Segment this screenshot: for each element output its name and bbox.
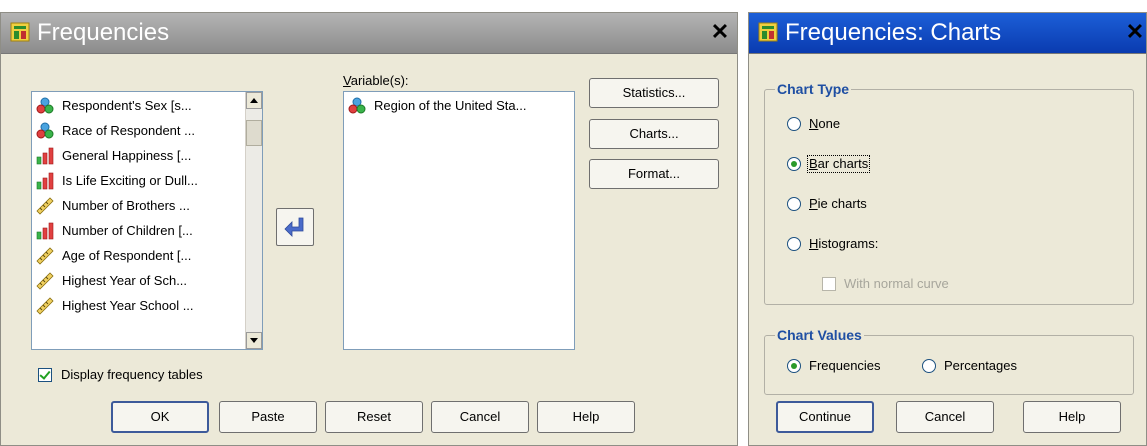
radio-frequencies-label: Frequencies: [809, 358, 881, 373]
list-item[interactable]: Region of the United Sta...: [344, 93, 574, 118]
cancel-button[interactable]: Cancel: [431, 401, 529, 433]
radio-bar-charts[interactable]: [787, 157, 801, 171]
ordinal-icon: [36, 222, 54, 240]
list-item-label: Region of the United Sta...: [374, 98, 527, 113]
radio-none-label: None: [809, 116, 841, 131]
list-item-label: General Happiness [...: [62, 148, 192, 163]
scale-icon: [36, 272, 54, 290]
continue-button[interactable]: Continue: [776, 401, 874, 433]
dialog-title: Frequencies: [37, 19, 170, 46]
list-item-label: Respondent's Sex [s...: [62, 98, 192, 113]
paste-label: Paste: [251, 409, 285, 424]
help-label: Help: [572, 409, 600, 424]
list-item-label: Number of Children [...: [62, 223, 193, 238]
close-icon[interactable]: ✕: [709, 21, 731, 43]
radio-histograms-label: Histograms:: [809, 236, 879, 251]
vertical-scrollbar[interactable]: [245, 92, 262, 349]
radio-percentages[interactable]: [922, 359, 936, 373]
list-item-label: Is Life Exciting or Dull...: [62, 173, 198, 188]
list-item-label: Highest Year of Sch...: [62, 273, 188, 288]
list-item[interactable]: General Happiness [...: [32, 143, 245, 168]
radio-frequencies[interactable]: [787, 359, 801, 373]
arrow-up-icon: [250, 98, 258, 103]
scale-icon: [36, 297, 54, 315]
ordinal-icon: [36, 147, 54, 165]
display-frequency-tables-checkbox[interactable]: [38, 368, 52, 382]
source-variable-list[interactable]: Respondent's Sex [s... Race of Respondent…: [31, 91, 263, 350]
ok-label: OK: [150, 409, 170, 424]
ordinal-icon: [36, 172, 54, 190]
radio-none[interactable]: [787, 117, 801, 131]
charts-button[interactable]: Charts...: [589, 119, 719, 149]
format-button[interactable]: Format...: [589, 159, 719, 189]
list-item[interactable]: Number of Brothers ...: [32, 193, 245, 218]
nominal-icon: [348, 97, 366, 114]
scroll-down-button[interactable]: [246, 332, 262, 349]
charts-cancel-button[interactable]: Cancel: [896, 401, 994, 433]
radio-bar-charts-label: Bar charts: [807, 155, 871, 173]
list-item[interactable]: Respondent's Sex [s...: [32, 93, 245, 118]
reset-button[interactable]: Reset: [325, 401, 423, 433]
nominal-icon: [36, 122, 54, 139]
nominal-icon: [36, 97, 54, 114]
paste-button[interactable]: Paste: [219, 401, 317, 433]
variables-label: Variable(s):: [343, 73, 409, 88]
radio-pie-charts[interactable]: [787, 197, 801, 211]
list-item-label: Highest Year School ...: [62, 298, 194, 313]
move-variable-button[interactable]: [276, 208, 314, 246]
list-item[interactable]: Highest Year of Sch...: [32, 268, 245, 293]
normal-curve-checkbox[interactable]: [822, 277, 836, 291]
charts-help-label: Help: [1058, 409, 1086, 424]
reset-label: Reset: [357, 409, 391, 424]
radio-histograms[interactable]: [787, 237, 801, 251]
frequencies-titlebar[interactable]: Frequencies ✕: [1, 13, 737, 54]
list-item[interactable]: Is Life Exciting or Dull...: [32, 168, 245, 193]
scale-icon: [36, 197, 54, 215]
list-item[interactable]: Number of Children [...: [32, 218, 245, 243]
format-label: Format...: [627, 166, 680, 181]
charts-dialog: Frequencies: Charts ✕ Chart Type None Ba…: [748, 12, 1147, 446]
list-item[interactable]: Race of Respondent ...: [32, 118, 245, 143]
list-item-label: Race of Respondent ...: [62, 123, 195, 138]
cancel-label: Cancel: [459, 409, 501, 424]
charts-cancel-label: Cancel: [924, 409, 966, 424]
move-arrow-icon: [284, 217, 304, 237]
help-button[interactable]: Help: [537, 401, 635, 433]
radio-percentages-label: Percentages: [944, 358, 1017, 373]
statistics-button[interactable]: Statistics...: [589, 78, 719, 108]
list-item[interactable]: Age of Respondent [...: [32, 243, 245, 268]
chart-type-title: Chart Type: [775, 80, 852, 98]
app-icon: [10, 22, 30, 42]
list-item-label: Age of Respondent [...: [62, 248, 192, 263]
selected-variable-list[interactable]: Region of the United Sta...: [343, 91, 575, 350]
close-icon[interactable]: ✕: [1124, 21, 1146, 43]
variables-label-rest: ariable(s):: [350, 73, 409, 88]
app-icon: [758, 22, 778, 42]
charts-label: Charts...: [629, 126, 679, 141]
list-item[interactable]: Highest Year School ...: [32, 293, 245, 318]
display-frequency-tables-label: Display frequency tables: [61, 367, 203, 382]
charts-titlebar[interactable]: Frequencies: Charts ✕: [749, 13, 1146, 54]
ok-button[interactable]: OK: [111, 401, 209, 433]
chart-values-title: Chart Values: [775, 326, 864, 344]
radio-pie-charts-label: Pie charts: [809, 196, 867, 211]
scroll-thumb[interactable]: [246, 120, 262, 146]
list-item-label: Number of Brothers ...: [62, 198, 190, 213]
dialog-title: Frequencies: Charts: [785, 19, 1002, 46]
normal-curve-label: With normal curve: [844, 276, 949, 291]
continue-label: Continue: [798, 409, 852, 424]
frequencies-dialog: Frequencies ✕ Respondent's Sex [s... Race…: [0, 12, 738, 446]
scroll-up-button[interactable]: [246, 92, 262, 109]
charts-help-button[interactable]: Help: [1023, 401, 1121, 433]
arrow-down-icon: [250, 338, 258, 343]
statistics-label: Statistics...: [622, 85, 686, 100]
scale-icon: [36, 247, 54, 265]
